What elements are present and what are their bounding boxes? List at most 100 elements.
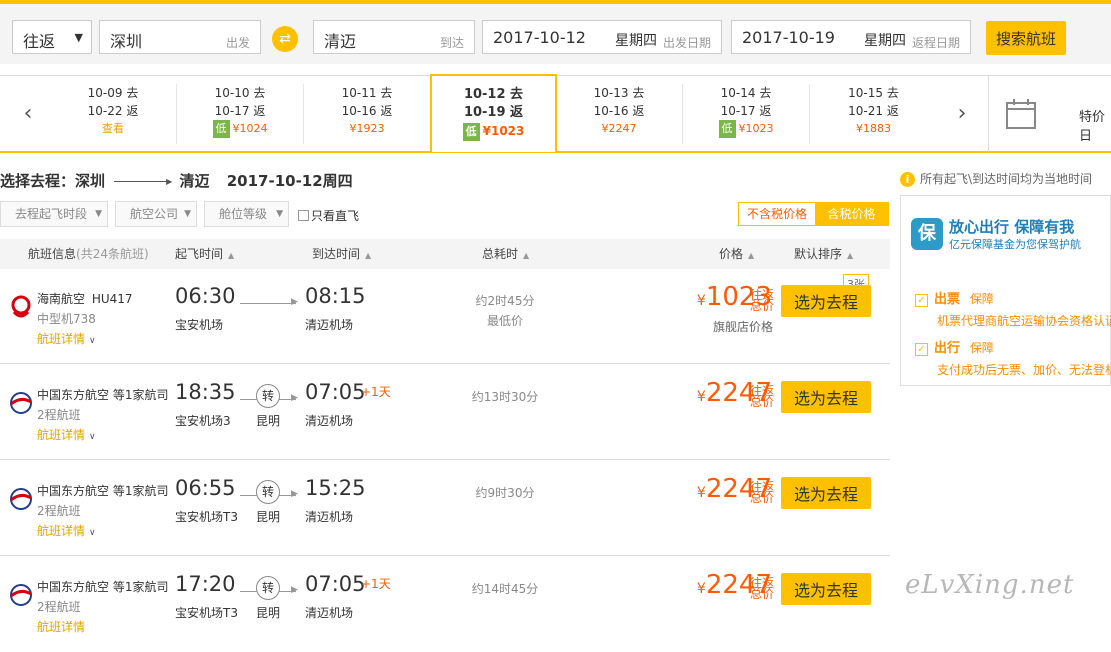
arrive-time: 08:15 (305, 284, 366, 308)
flight-detail-link[interactable]: 航班详情 ∨ (37, 522, 96, 539)
sort-icon: ▲ (847, 251, 854, 260)
direct-only-checkbox[interactable]: 只看直飞 (298, 207, 359, 224)
col-price[interactable]: 价格 ▲ (719, 239, 754, 271)
price-toggle: 不含税价格 含税价格 (738, 202, 889, 226)
next-day-badge: +1天 (361, 577, 391, 591)
checkbox-box (298, 210, 309, 221)
airline-filter[interactable]: 航空公司 ▼ (115, 201, 197, 227)
date-price: ¥1923 (349, 122, 385, 135)
return-date-input[interactable]: 2017-10-19 星期四 返程日期 (731, 20, 971, 54)
chevron-down-icon: ▼ (184, 209, 191, 219)
date-price: ¥1024 (232, 122, 268, 135)
flight-row: 中国东方航空 等1家航司 2程航班 航班详情 ∨ 06:55 宝安机场T3 转 ▶… (0, 460, 890, 556)
round-trip-total-label: 往返总价 (750, 480, 775, 505)
check-icon: ✓ (915, 343, 928, 356)
route-arrow-icon: ▶ (291, 585, 298, 595)
flight-detail-link[interactable]: 航班详情 ∨ (37, 330, 96, 347)
chevron-right-icon[interactable]: › (936, 76, 988, 152)
duration: 约13时30分 (471, 390, 539, 404)
date-price: 查看 (102, 122, 124, 135)
select-outbound-button[interactable]: 选为去程 (781, 381, 871, 413)
guarantee-item: ✓ 出行 保障 支付成功后无票、加价、无法登机 (915, 337, 1111, 378)
transfer-city: 昆明 (256, 606, 281, 620)
section-title-to: 清迈 (179, 172, 210, 190)
col-sort[interactable]: 默认排序 ▲ (794, 239, 853, 271)
arrive-airport: 清迈机场 (305, 318, 354, 332)
china-eastern-logo-icon (10, 488, 32, 510)
flight-detail-link[interactable]: 航班详情 ∨ (37, 426, 96, 443)
guarantee-item-head: 出行 (934, 341, 961, 356)
select-outbound-button[interactable]: 选为去程 (781, 573, 871, 605)
route-arrow-icon: ▶ (291, 393, 298, 403)
guarantee-title: 放心出行 保障有我 (949, 218, 1075, 236)
date-cell[interactable]: 10-09 去 10-22 返 查看 (50, 84, 177, 144)
date-cell[interactable]: 10-11 去 10-16 返 ¥1923 (304, 84, 431, 144)
chevron-down-icon: ∨ (89, 528, 96, 538)
date-cell[interactable]: 10-14 去 10-17 返 低 ¥1023 (683, 84, 810, 144)
table-header: 航班信息(共24条航班) 起飞时间 ▲ 到达时间 ▲ 总耗时 ▲ 价格 ▲ 默认排序 ▲ (0, 239, 890, 269)
date-return: 10-22 返 (87, 104, 139, 118)
chevron-down-icon: ∨ (89, 336, 96, 346)
date-return: 10-16 返 (341, 104, 393, 118)
date-cell[interactable]: 10-10 去 10-17 返 低 ¥1024 (177, 84, 304, 144)
section-title: 选择去程：深圳 ▶ 清迈 2017-10-12周四 (0, 170, 353, 191)
low-price-badge: 低 (212, 120, 230, 138)
time-filter-label: 去程起飞时段 (15, 207, 88, 221)
round-trip-total-label: 往返总价 (750, 384, 775, 409)
col-duration-label: 总耗时 (482, 247, 519, 261)
date-price: ¥1023 (482, 124, 525, 138)
flight-detail-label: 航班详情 (37, 524, 86, 538)
date-cell[interactable]: 10-15 去 10-21 返 ¥1883 (810, 84, 937, 144)
swap-cities-icon[interactable]: ⇄ (272, 26, 298, 52)
date-go: 10-10 去 (214, 86, 266, 100)
local-time-notice: i 所有起飞\到达时间均为当地时间 (900, 170, 1092, 187)
depart-time: 18:35 (175, 380, 236, 404)
date-return: 10-19 返 (463, 105, 524, 120)
trip-type-select[interactable]: 往返 ▼ (12, 20, 92, 54)
transfer-icon: 转 (256, 576, 280, 600)
search-bar: 往返 ▼ 深圳 出发 ⇄ 清迈 到达 2017-10-12 星期四 出发日期 2… (0, 0, 1111, 64)
to-city-input[interactable]: 清迈 到达 (313, 20, 475, 54)
col-info-label: 航班信息 (28, 247, 77, 261)
route-line (240, 303, 296, 304)
airline-name: 中国东方航空 等1家航司 (37, 388, 169, 402)
depart-airport: 宝安机场3 (175, 414, 231, 428)
price-incl-tax-tab[interactable]: 含税价格 (815, 203, 888, 225)
guarantee-item-head: 出票 (934, 292, 961, 307)
from-hint: 出发 (225, 36, 250, 50)
flight-code: HU417 (91, 292, 133, 306)
search-flights-button[interactable]: 搜索航班 (986, 21, 1066, 55)
flight-row: 海南航空 HU417 中型机738 航班详情 ∨ 06:30 宝安机场 ▶ 08:… (0, 268, 890, 364)
col-depart[interactable]: 起飞时间 ▲ (175, 239, 234, 271)
to-city-value: 清迈 (324, 32, 357, 51)
local-time-notice-text: 所有起飞\到达时间均为当地时间 (920, 172, 1093, 186)
col-arrive[interactable]: 到达时间 ▲ (312, 239, 371, 271)
next-day-badge: +1天 (361, 385, 391, 399)
date-price: ¥1883 (856, 122, 891, 135)
check-icon: ✓ (915, 294, 928, 307)
date-cell[interactable]: 10-13 去 10-16 返 ¥2247 (556, 84, 683, 144)
calendar-button[interactable]: 特价日 (988, 76, 1111, 152)
col-arrive-label: 到达时间 (312, 247, 361, 261)
return-hint: 返程日期 (911, 36, 960, 50)
airline-filter-label: 航空公司 (130, 207, 179, 221)
select-outbound-button[interactable]: 选为去程 (781, 285, 871, 317)
time-filter[interactable]: 去程起飞时段 ▼ (0, 201, 108, 227)
duration: 约14时45分 (471, 582, 539, 596)
aircraft-type: 中型机738 (37, 312, 96, 326)
select-outbound-button[interactable]: 选为去程 (781, 477, 871, 509)
chevron-left-icon[interactable]: ‹ (2, 76, 54, 152)
col-depart-label: 起飞时间 (175, 247, 224, 261)
date-cell-selected[interactable]: 10-12 去 10-19 返 低 ¥1023 (430, 74, 557, 152)
airline-name: 海南航空 HU417 (37, 290, 133, 307)
route-arrow-icon: ▶ (291, 489, 298, 499)
guarantee-item-tag: 保障 (969, 341, 994, 355)
depart-date-input[interactable]: 2017-10-12 星期四 出发日期 (482, 20, 722, 54)
from-city-input[interactable]: 深圳 出发 (99, 20, 261, 54)
price-excl-tax-tab[interactable]: 不含税价格 (739, 203, 815, 225)
shield-icon: 保 (911, 218, 943, 250)
flight-row: 中国东方航空 等1家航司 2程航班 航班详情 ∨ 18:35 宝安机场3 转 ▶ … (0, 364, 890, 460)
col-duration[interactable]: 总耗时 ▲ (482, 239, 529, 271)
cabin-filter[interactable]: 舱位等级 ▼ (204, 201, 289, 227)
cabin-filter-label: 舱位等级 (219, 207, 268, 221)
